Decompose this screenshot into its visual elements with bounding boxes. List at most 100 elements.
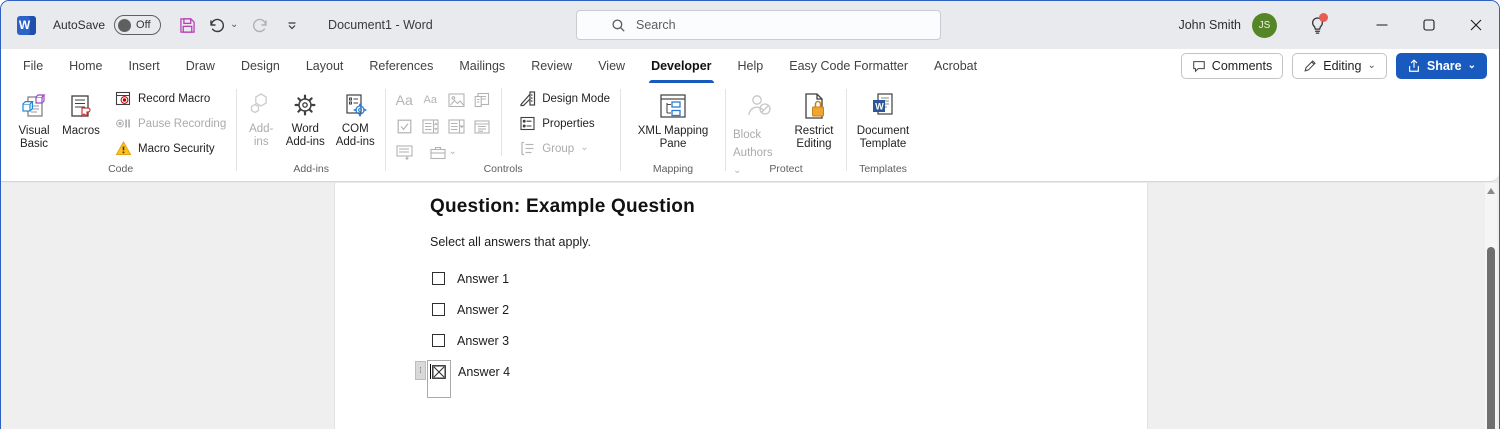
comment-icon xyxy=(1193,61,1205,73)
tab-easy-code-formatter[interactable]: Easy Code Formatter xyxy=(776,49,921,83)
document-page[interactable]: Question: Example Question Select all an… xyxy=(334,183,1148,429)
tab-acrobat[interactable]: Acrobat xyxy=(921,49,990,83)
restrict-editing-button[interactable]: Restrict Editing xyxy=(787,86,841,151)
addins-label: Add-ins xyxy=(249,123,274,148)
search-input[interactable] xyxy=(636,18,916,32)
editing-label: Editing xyxy=(1323,59,1362,73)
search-icon xyxy=(611,18,626,33)
share-button[interactable]: Share ⌄ xyxy=(1395,53,1487,79)
svg-text:W: W xyxy=(875,102,884,112)
minimize-button[interactable] xyxy=(1358,1,1405,49)
ribbon-group-protect: Block Authors ⌄ Restrict Editing Protect xyxy=(731,86,841,181)
block-authors-label: Block Authors xyxy=(733,129,773,159)
checkbox-checked-icon[interactable] xyxy=(432,365,446,379)
word-addins-gear-icon xyxy=(294,94,316,116)
save-button[interactable] xyxy=(175,12,199,38)
restrict-editing-label: Restrict Editing xyxy=(794,125,834,150)
checkbox-unchecked-icon[interactable] xyxy=(432,272,445,285)
tab-design[interactable]: Design xyxy=(228,49,293,83)
word-logo-icon: W xyxy=(17,15,36,35)
code-small-buttons: Record Macro Pause Recording Macro Secur… xyxy=(110,86,231,161)
minimize-icon xyxy=(1376,24,1387,26)
editing-mode-button[interactable]: Editing ⌄ xyxy=(1292,53,1387,79)
checkbox-unchecked-icon[interactable] xyxy=(432,303,445,316)
content-control-handle[interactable]: ⁞ xyxy=(415,361,426,380)
com-addins-icon xyxy=(346,94,367,117)
design-mode-button[interactable]: Design Mode xyxy=(514,86,615,111)
undo-dropdown-chevron-icon[interactable]: ⌄ xyxy=(230,19,240,30)
tab-view[interactable]: View xyxy=(585,49,638,83)
tab-file[interactable]: File xyxy=(10,49,56,83)
group-button: Group ⌄ xyxy=(514,136,615,161)
close-button[interactable] xyxy=(1452,1,1499,49)
document-template-button[interactable]: W Document Template xyxy=(852,86,914,151)
tab-layout[interactable]: Layout xyxy=(293,49,357,83)
ribbon-group-mapping: XML Mapping Pane Mapping xyxy=(626,86,720,181)
user-name[interactable]: John Smith xyxy=(1178,18,1241,32)
ribbon-group-addins: Add-ins Word Add-ins COM Add-ins Add-ins xyxy=(242,86,380,181)
group-chevron-icon: ⌄ xyxy=(580,142,589,153)
addins-icon xyxy=(251,93,268,114)
undo-button[interactable] xyxy=(205,12,229,38)
word-addins-label: Word Add-ins xyxy=(285,123,325,148)
word-addins-button[interactable]: Word Add-ins xyxy=(280,86,330,149)
comments-label: Comments xyxy=(1211,59,1273,73)
date-picker-content-control-icon xyxy=(474,119,490,134)
record-macro-label: Record Macro xyxy=(138,92,211,105)
picture-content-control-icon xyxy=(448,92,465,108)
pencil-icon xyxy=(1304,60,1316,72)
design-mode-icon xyxy=(520,91,536,107)
record-macro-button[interactable]: Record Macro xyxy=(110,86,231,111)
building-block-gallery-icon xyxy=(474,92,490,108)
whats-new-button[interactable] xyxy=(1294,1,1340,49)
visual-basic-button[interactable]: Visual Basic xyxy=(10,86,58,151)
dropdown-list-content-control-icon xyxy=(448,118,465,134)
pause-recording-label: Pause Recording xyxy=(138,117,227,130)
question-heading: Question: Example Question xyxy=(430,196,695,217)
pause-recording-button: Pause Recording xyxy=(110,111,231,136)
tab-mailings[interactable]: Mailings xyxy=(446,49,518,83)
macros-button[interactable]: Macros xyxy=(58,86,104,138)
comments-button[interactable]: Comments xyxy=(1180,53,1284,79)
group-divider xyxy=(385,89,387,171)
close-icon xyxy=(1470,19,1481,31)
group-divider xyxy=(846,89,847,171)
group-icon xyxy=(521,141,534,156)
com-addins-button[interactable]: COM Add-ins xyxy=(330,86,380,149)
properties-label: Properties xyxy=(542,117,595,130)
checkbox-content-control[interactable]: ⁞ xyxy=(415,360,451,398)
document-title: Document1 - Word xyxy=(328,18,433,32)
customize-toolbar-icon xyxy=(288,22,296,30)
tab-developer[interactable]: Developer xyxy=(638,49,724,83)
record-macro-icon xyxy=(115,91,131,106)
xml-mapping-pane-button[interactable]: XML Mapping Pane xyxy=(626,86,720,151)
save-icon xyxy=(179,17,195,33)
scrollbar-up-arrow-icon[interactable] xyxy=(1487,188,1495,194)
checkbox-unchecked-icon[interactable] xyxy=(432,334,445,347)
tab-references[interactable]: References xyxy=(356,49,446,83)
macro-security-label: Macro Security xyxy=(138,142,215,155)
tab-insert[interactable]: Insert xyxy=(116,49,173,83)
answer-label: Answer 3 xyxy=(457,333,510,348)
customize-quick-access-button[interactable] xyxy=(280,12,304,38)
tab-draw[interactable]: Draw xyxy=(173,49,228,83)
ribbon-tab-bar-actions: Comments Editing ⌄ Share ⌄ xyxy=(1180,53,1487,79)
answer-label: Answer 4 xyxy=(458,364,511,379)
autosave-toggle[interactable]: Off xyxy=(114,15,162,35)
tab-help[interactable]: Help xyxy=(725,49,777,83)
code-group-label: Code xyxy=(108,163,134,175)
tab-review[interactable]: Review xyxy=(518,49,585,83)
macro-security-button[interactable]: Macro Security xyxy=(110,136,231,161)
title-bar: W AutoSave Off ⌄ Document1 - Word Search… xyxy=(1,1,1499,49)
com-addins-label: COM Add-ins xyxy=(335,123,375,148)
rich-text-content-control-icon: Aa xyxy=(395,92,413,108)
user-avatar[interactable]: JS xyxy=(1252,12,1277,38)
tab-home[interactable]: Home xyxy=(56,49,115,83)
properties-button[interactable]: Properties xyxy=(514,111,615,136)
vertical-scrollbar[interactable] xyxy=(1485,183,1497,429)
search-bar[interactable] xyxy=(576,10,941,40)
autosave-label: AutoSave xyxy=(53,18,106,32)
block-authors-chevron-icon: ⌄ xyxy=(733,165,742,176)
maximize-button[interactable] xyxy=(1405,1,1452,49)
scrollbar-thumb[interactable] xyxy=(1487,247,1495,429)
